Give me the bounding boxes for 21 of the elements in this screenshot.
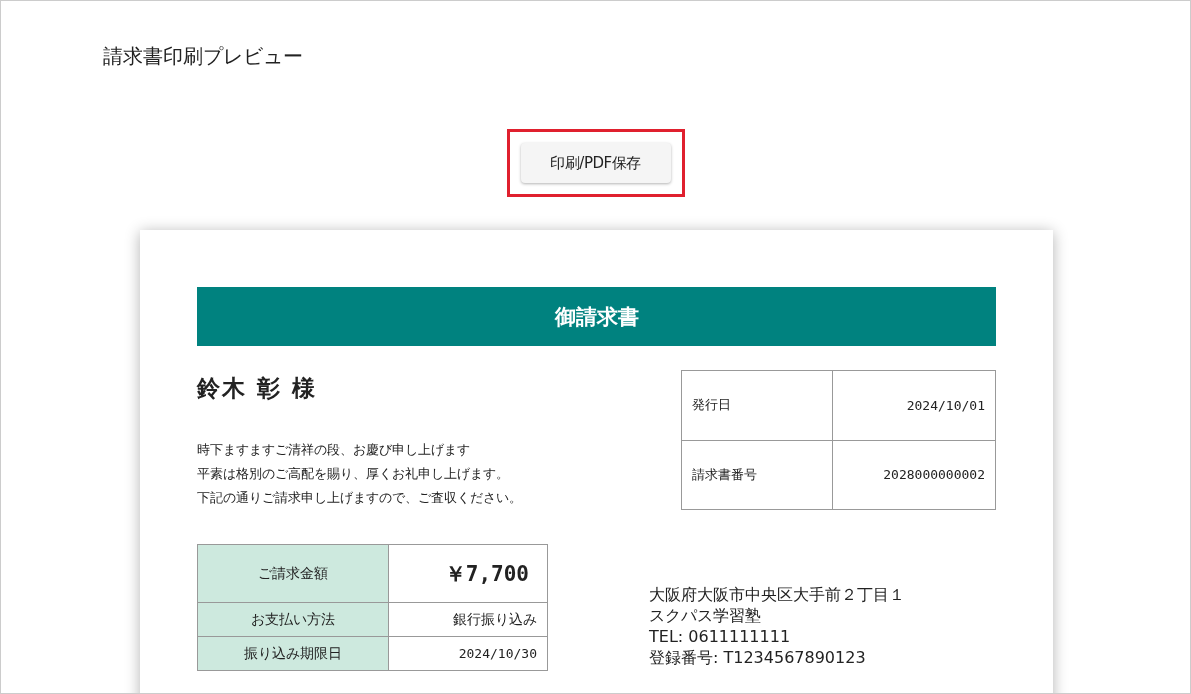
info-value-cell: 2024/10/01 [832, 370, 996, 440]
issuer-line: 大阪府大阪市中央区大手前２丁目１ [649, 584, 905, 605]
summary-label-cell: 振り込み期限日 [197, 636, 389, 671]
summary-label-cell: ご請求金額 [197, 544, 389, 603]
total-amount-cell: ￥7,700 [388, 544, 548, 603]
info-value-cell: 2028000000002 [832, 440, 996, 510]
issuer-line: スクパス学習塾 [649, 605, 762, 626]
greeting-line: 時下ますますご清祥の段、お慶び申し上げます [197, 441, 471, 459]
page-title: 請求書印刷プレビュー [103, 43, 304, 70]
info-label-cell: 発行日 [681, 370, 833, 440]
issuer-line: TEL: 0611111111 [649, 626, 792, 647]
summary-value-cell: 銀行振り込み [388, 602, 548, 637]
recipient-name: 鈴木 彰 様 [197, 374, 318, 403]
info-label-cell: 請求書番号 [681, 440, 833, 510]
invoice-heading: 御請求書 [197, 287, 996, 346]
summary-value-cell: 2024/10/30 [388, 636, 548, 671]
issuer-line: 登録番号: T1234567890123 [649, 647, 867, 668]
greeting-line: 下記の通りご請求申し上げますので、ご査収ください。 [197, 489, 522, 507]
summary-label-cell: お支払い方法 [197, 602, 389, 637]
greeting-line: 平素は格別のご高配を賜り、厚くお礼申し上げます。 [197, 465, 510, 483]
print-pdf-button[interactable]: 印刷/PDF保存 [520, 143, 671, 183]
